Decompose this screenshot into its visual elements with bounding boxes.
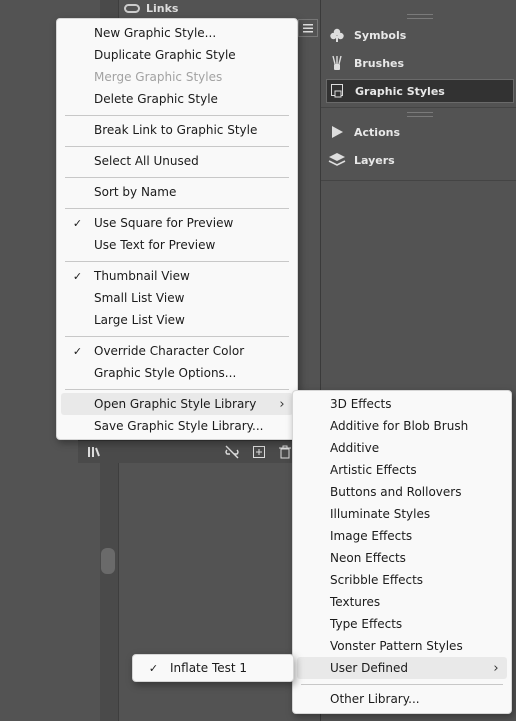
panel-menu-button[interactable] — [298, 19, 318, 37]
dock-item-brushes[interactable]: Brushes — [326, 52, 512, 74]
menu-item-use-square-preview[interactable]: ✓ Use Square for Preview — [61, 212, 293, 234]
play-icon — [326, 124, 348, 140]
menu-separator — [65, 208, 289, 209]
club-icon — [326, 27, 348, 43]
menu-item-large-list-view[interactable]: Large List View — [61, 309, 293, 331]
links-label: Links — [146, 1, 179, 15]
library-menu-icon[interactable] — [86, 444, 102, 460]
dock-grip[interactable] — [407, 112, 433, 117]
menu-item-duplicate-graphic-style[interactable]: Duplicate Graphic Style — [61, 44, 293, 66]
dock-item-graphic-styles[interactable]: Graphic Styles — [326, 79, 514, 103]
menu-separator — [65, 146, 289, 147]
menu-item-sort-by-name[interactable]: Sort by Name — [61, 181, 293, 203]
brush-icon — [326, 55, 348, 71]
checkmark-icon: ✓ — [72, 269, 83, 283]
library-item-image-effects[interactable]: Image Effects — [297, 525, 507, 547]
checkmark-icon: ✓ — [148, 661, 159, 675]
menu-item-select-all-unused[interactable]: Select All Unused — [61, 150, 293, 172]
scrollbar-thumb[interactable] — [101, 548, 115, 574]
new-style-icon[interactable] — [251, 444, 267, 460]
panel-flyout-menu: New Graphic Style... Duplicate Graphic S… — [56, 18, 298, 440]
links-panel-tab[interactable]: Links — [124, 0, 300, 16]
trash-icon[interactable] — [277, 444, 293, 460]
layers-icon — [326, 152, 348, 168]
dock-item-layers[interactable]: Layers — [326, 149, 512, 171]
graphic-styles-icon — [327, 83, 349, 99]
library-item-additive[interactable]: Additive — [297, 437, 507, 459]
links-icon — [124, 3, 140, 13]
checkmark-icon: ✓ — [72, 216, 83, 230]
library-item-type-effects[interactable]: Type Effects — [297, 613, 507, 635]
panel-bottom-toolbar — [78, 440, 300, 463]
library-item-additive-blob-brush[interactable]: Additive for Blob Brush — [297, 415, 507, 437]
break-link-icon[interactable] — [224, 444, 240, 460]
library-item-neon-effects[interactable]: Neon Effects — [297, 547, 507, 569]
menu-item-use-text-preview[interactable]: Use Text for Preview — [61, 234, 293, 256]
dock-item-symbols[interactable]: Symbols — [326, 24, 512, 46]
menu-separator — [65, 389, 289, 390]
library-item-scribble-effects[interactable]: Scribble Effects — [297, 569, 507, 591]
menu-item-new-graphic-style[interactable]: New Graphic Style... — [61, 22, 293, 44]
dock-separator — [321, 180, 516, 181]
hamburger-icon — [303, 24, 313, 33]
chevron-right-icon: › — [493, 660, 499, 676]
library-submenu: 3D Effects Additive for Blob Brush Addit… — [292, 390, 512, 714]
checkmark-icon: ✓ — [72, 344, 83, 358]
menu-item-delete-graphic-style[interactable]: Delete Graphic Style — [61, 88, 293, 110]
library-item-textures[interactable]: Textures — [297, 591, 507, 613]
library-item-artistic-effects[interactable]: Artistic Effects — [297, 459, 507, 481]
user-item-inflate-test-1[interactable]: ✓ Inflate Test 1 — [137, 657, 289, 679]
library-item-user-defined[interactable]: User Defined › — [297, 657, 507, 679]
menu-separator — [65, 115, 289, 116]
dock-grip[interactable] — [407, 14, 433, 19]
library-item-buttons-rollovers[interactable]: Buttons and Rollovers — [297, 481, 507, 503]
menu-item-save-library[interactable]: Save Graphic Style Library... — [61, 415, 293, 437]
menu-separator — [65, 177, 289, 178]
chevron-right-icon: › — [279, 396, 285, 412]
menu-item-small-list-view[interactable]: Small List View — [61, 287, 293, 309]
menu-item-merge-graphic-styles: Merge Graphic Styles — [94, 70, 223, 84]
library-item-illuminate-styles[interactable]: Illuminate Styles — [297, 503, 507, 525]
library-item-vonster-pattern-styles[interactable]: Vonster Pattern Styles — [297, 635, 507, 657]
library-item-other-library[interactable]: Other Library... — [297, 688, 507, 710]
menu-separator — [65, 261, 289, 262]
user-defined-submenu: ✓ Inflate Test 1 — [132, 654, 294, 682]
dock-item-actions[interactable]: Actions — [326, 121, 512, 143]
menu-item-graphic-style-options[interactable]: Graphic Style Options... — [61, 362, 293, 384]
dock-separator — [321, 107, 516, 108]
menu-separator — [65, 336, 289, 337]
menu-item-thumbnail-view[interactable]: ✓ Thumbnail View — [61, 265, 293, 287]
library-item-3d-effects[interactable]: 3D Effects — [297, 393, 507, 415]
menu-item-override-character-color[interactable]: ✓ Override Character Color — [61, 340, 293, 362]
menu-item-break-link[interactable]: Break Link to Graphic Style — [61, 119, 293, 141]
menu-item-open-library[interactable]: Open Graphic Style Library › — [61, 393, 293, 415]
menu-separator — [301, 684, 503, 685]
